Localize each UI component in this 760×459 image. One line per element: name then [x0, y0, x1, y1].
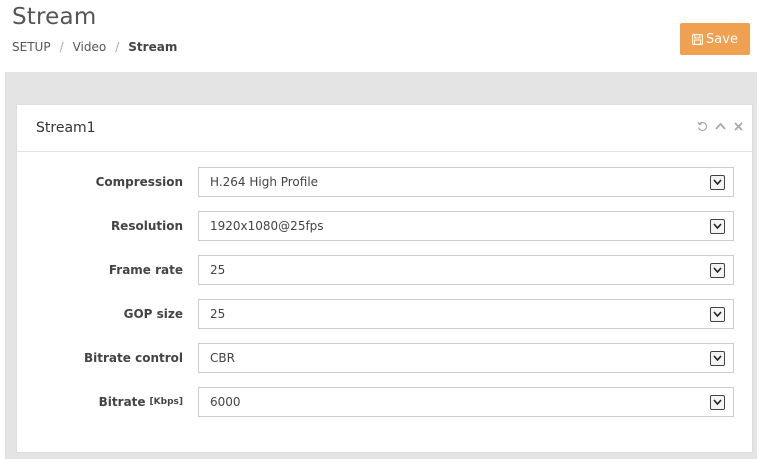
content-area: Stream1 Compression H.264 High Profile R… [5, 72, 757, 459]
field-label: Resolution [110, 219, 183, 233]
field-label: Bitrate control [84, 351, 183, 365]
form-row-compression: Compression H.264 High Profile [17, 167, 752, 197]
breadcrumb-setup[interactable]: SETUP [12, 40, 51, 54]
compression-select[interactable]: H.264 High Profile [198, 167, 734, 197]
panel-title: Stream1 [36, 120, 96, 136]
chevron-down-icon[interactable] [710, 174, 725, 190]
form-row-bitrate: Bitrate [Kbps] 6000 [17, 387, 752, 417]
bitrate-control-select[interactable]: CBR [198, 343, 734, 373]
close-icon[interactable] [733, 121, 744, 132]
refresh-icon[interactable] [697, 121, 708, 132]
select-value: CBR [210, 351, 235, 365]
field-label: GOP size [123, 307, 183, 321]
floppy-disk-icon [692, 33, 703, 45]
breadcrumb-separator: / [115, 40, 120, 54]
resolution-select[interactable]: 1920x1080@25fps [198, 211, 734, 241]
frame-rate-select[interactable]: 25 [198, 255, 734, 285]
stream-panel: Stream1 Compression H.264 High Profile R… [16, 104, 753, 453]
save-button-label: Save [706, 31, 738, 47]
page-title: Stream [12, 4, 97, 30]
chevron-down-icon[interactable] [710, 262, 725, 278]
panel-tools [697, 121, 744, 132]
breadcrumb-separator: / [59, 40, 64, 54]
field-label: Compression [95, 175, 183, 189]
gop-size-select[interactable]: 25 [198, 299, 734, 329]
field-label: Frame rate [108, 263, 183, 277]
chevron-down-icon[interactable] [710, 218, 725, 234]
breadcrumb-video[interactable]: Video [73, 40, 107, 54]
save-button[interactable]: Save [680, 23, 750, 55]
unit-label: [Kbps] [149, 397, 183, 407]
collapse-icon[interactable] [715, 121, 726, 132]
field-label: Bitrate [Kbps] [98, 395, 183, 409]
form-row-resolution: Resolution 1920x1080@25fps [17, 211, 752, 241]
form-row-gop-size: GOP size 25 [17, 299, 752, 329]
select-value: 25 [210, 263, 226, 277]
chevron-down-icon[interactable] [710, 394, 725, 410]
chevron-down-icon[interactable] [710, 350, 725, 366]
select-value: 1920x1080@25fps [210, 219, 324, 233]
select-value: 6000 [210, 395, 241, 409]
breadcrumb-stream: Stream [128, 40, 178, 54]
panel-header: Stream1 [17, 105, 752, 152]
form-row-frame-rate: Frame rate 25 [17, 255, 752, 285]
breadcrumb: SETUP / Video / Stream [12, 40, 177, 54]
chevron-down-icon[interactable] [710, 306, 725, 322]
select-value: 25 [210, 307, 226, 321]
bitrate-select[interactable]: 6000 [198, 387, 734, 417]
form-row-bitrate-control: Bitrate control CBR [17, 343, 752, 373]
select-value: H.264 High Profile [210, 175, 319, 189]
